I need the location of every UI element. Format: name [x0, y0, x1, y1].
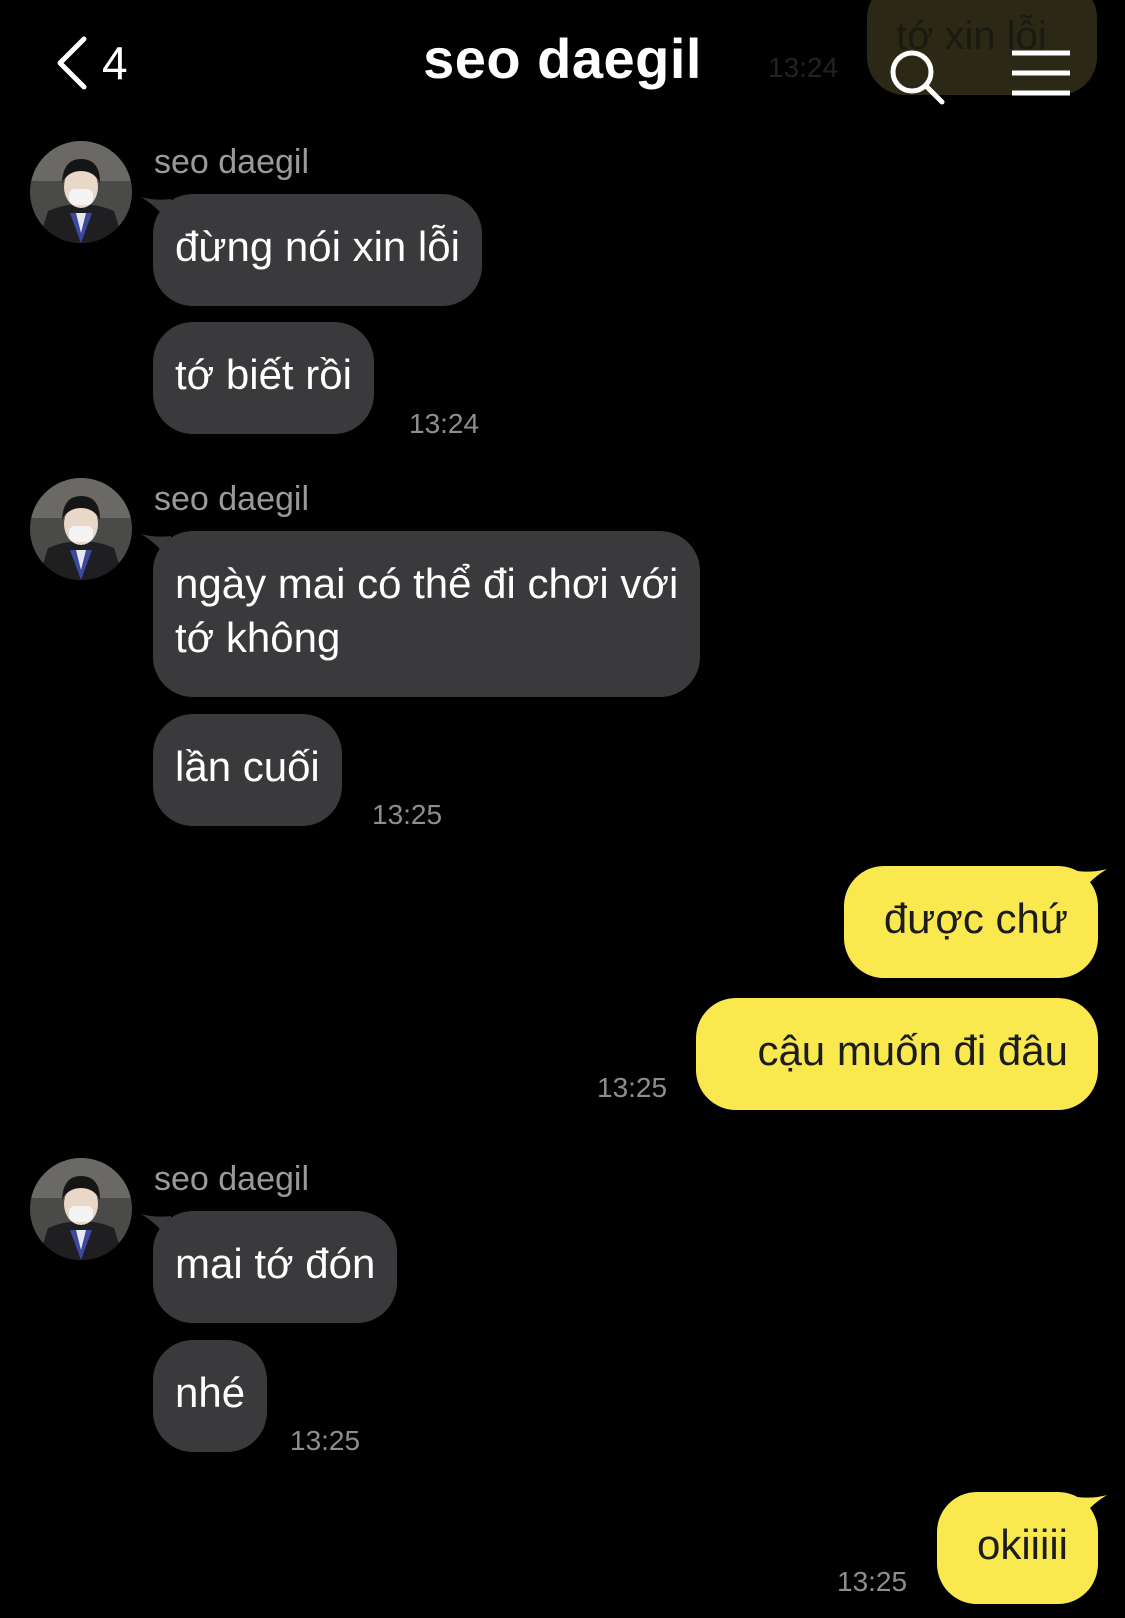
message-line: tớ không	[175, 614, 341, 661]
message-time: 13:25	[372, 799, 443, 830]
message-bubble[interactable]: lần cuối	[153, 714, 342, 826]
message-time: 13:24	[409, 408, 480, 439]
bubble-tail	[1077, 1495, 1107, 1525]
message-bubble[interactable]: đừng nói xin lỗi	[153, 194, 482, 306]
message-bubble[interactable]: mai tớ đón	[153, 1211, 398, 1323]
search-icon[interactable]	[888, 48, 946, 106]
avatar-image	[30, 1158, 132, 1260]
avatar-image	[30, 478, 132, 580]
my-message-bubble[interactable]: okiiiii	[937, 1492, 1098, 1604]
avatar[interactable]	[30, 478, 132, 580]
message-bubble[interactable]: tớ biết rồi	[153, 322, 374, 434]
message-time: 13:25	[837, 1566, 908, 1597]
my-message-bubble[interactable]: cậu muốn đi đâu	[696, 998, 1098, 1110]
sender-name: seo daegil	[154, 143, 310, 181]
avatar-image	[30, 141, 132, 243]
sender-name: seo daegil	[154, 480, 310, 518]
bubble-tail	[1077, 869, 1107, 899]
avatar[interactable]	[30, 1158, 132, 1260]
sender-name: seo daegil	[154, 1160, 310, 1198]
avatar[interactable]	[30, 141, 132, 243]
message-line: ngày mai có thể đi chơi với	[175, 560, 679, 607]
chat-title: seo daegil	[423, 27, 702, 90]
message-time: 13:25	[290, 1425, 361, 1456]
menu-icon[interactable]	[1010, 50, 1072, 96]
message-bubble[interactable]: ngày mai có thể đi chơi với tớ không	[153, 531, 701, 697]
message-time: 13:25	[597, 1072, 668, 1103]
my-message-bubble[interactable]: được chứ	[844, 866, 1098, 978]
message-bubble[interactable]: nhé	[153, 1340, 268, 1452]
